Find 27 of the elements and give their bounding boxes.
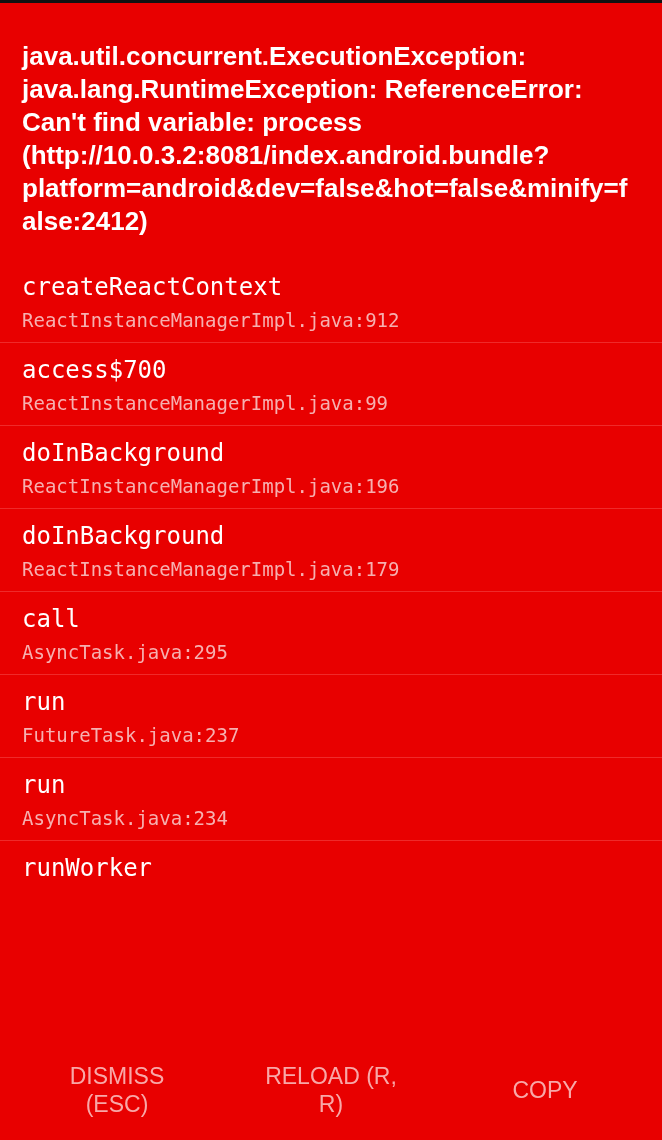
stack-frame[interactable]: access$700 ReactInstanceManagerImpl.java:99	[0, 343, 662, 426]
method-name: runWorker	[22, 853, 153, 883]
file-location: ReactInstanceManagerImpl.java:179	[22, 557, 400, 581]
method-name: run	[22, 770, 66, 800]
stack-frame[interactable]: run FutureTask.java:237	[0, 675, 662, 758]
stack-frame[interactable]: run AsyncTask.java:234	[0, 758, 662, 841]
file-location: FutureTask.java:237	[22, 723, 240, 747]
method-name: createReactContext	[22, 272, 283, 302]
stack-frame[interactable]: doInBackground ReactInstanceManagerImpl.java:179	[0, 509, 662, 592]
stack-frame[interactable]: doInBackground ReactInstanceManagerImpl.java:196	[0, 426, 662, 509]
action-button[interactable]: RELOAD (R, R)	[246, 1052, 416, 1128]
error-message: java.util.concurrent.ExecutionException: java.lang.RuntimeException: ReferenceError: Can't find variable: process (http://10.0.3.2:8081/index.android.bundle?platform=android&dev=false&hot=false&minify=false:2412)	[20, 40, 629, 238]
method-name: doInBackground	[22, 521, 225, 551]
stack-frame[interactable]: call AsyncTask.java:295	[0, 592, 662, 675]
stack-frame[interactable]: runWorker	[0, 841, 662, 893]
action-button[interactable]: DISMISS (ESC)	[32, 1052, 202, 1128]
method-name: access$700	[22, 355, 167, 385]
file-location: ReactInstanceManagerImpl.java:196	[22, 474, 400, 498]
method-name: doInBackground	[22, 438, 225, 468]
file-location: ReactInstanceManagerImpl.java:912	[22, 308, 400, 332]
file-location: AsyncTask.java:234	[22, 806, 228, 830]
action-button[interactable]: COPY	[500, 1052, 590, 1128]
stack-frame[interactable]: createReactContext ReactInstanceManagerImpl.java:912	[0, 260, 662, 343]
method-name: run	[22, 687, 66, 717]
file-location: ReactInstanceManagerImpl.java:99	[22, 391, 389, 415]
file-location: AsyncTask.java:295	[22, 640, 228, 664]
method-name: call	[22, 604, 80, 634]
